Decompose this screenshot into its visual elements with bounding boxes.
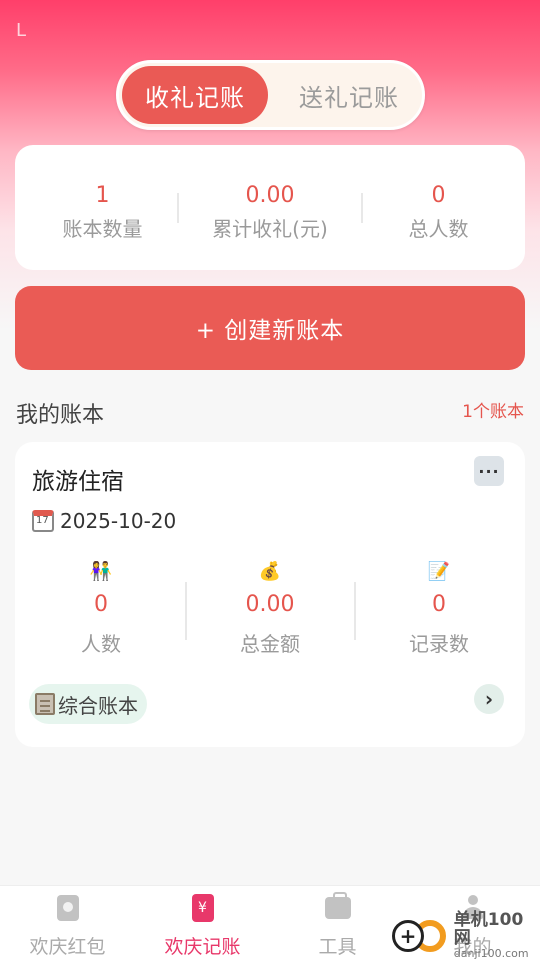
- tab-label: 欢庆红包: [29, 936, 106, 958]
- summary-card: 1 账本数量 0.00 累计收礼(元) 0 总人数: [15, 145, 525, 270]
- total-gift-stat: 0.00 累计收礼(元): [200, 181, 340, 242]
- clipboard-icon: [35, 693, 55, 715]
- create-ledger-button[interactable]: + 创建新账本: [15, 286, 525, 370]
- people-label: 总人数: [408, 217, 469, 241]
- book-count-value: 1: [95, 183, 110, 208]
- chevron-right-icon[interactable]: ›: [474, 684, 504, 714]
- watermark: + 单机100网 danji100.com: [390, 910, 540, 960]
- watermark-text: 单机100网 danji100.com: [453, 910, 540, 960]
- record-count-value: 0: [432, 592, 446, 617]
- total-amount-value: 0.00: [245, 592, 295, 617]
- ledger-count: 1个账本: [462, 402, 524, 422]
- tab-label: 欢庆记账: [164, 936, 241, 958]
- record-count-label: 记录数: [409, 632, 469, 656]
- status-indicator: L: [16, 20, 27, 41]
- couple-icon: 👫: [89, 561, 113, 582]
- red-envelope-icon: [56, 895, 79, 921]
- tab-label: 工具: [318, 936, 357, 958]
- ledger-card[interactable]: 旅游住宿 ··· 2025-10-20 👫 0 人数 💰 0.00 总金额 📝 …: [15, 442, 525, 747]
- tab-red-envelope[interactable]: 欢庆红包: [0, 894, 135, 959]
- tab-send-gifts[interactable]: 送礼记账: [276, 66, 422, 124]
- people-count-value: 0: [94, 592, 108, 617]
- ledger-date-row: 2025-10-20: [32, 509, 176, 533]
- total-gift-value: 0.00: [245, 183, 295, 208]
- ledger-type-tag: 综合账本: [29, 684, 147, 724]
- divider: [361, 193, 363, 223]
- record-count-stat: 📝 0 记录数: [384, 560, 494, 657]
- total-gift-label: 累计收礼(元): [212, 217, 328, 241]
- divider: [177, 193, 179, 223]
- divider: [354, 582, 356, 640]
- calendar-icon: [32, 510, 54, 532]
- watermark-domain: danji100.com: [453, 946, 529, 960]
- total-amount-label: 总金额: [240, 632, 300, 656]
- book-count-stat: 1 账本数量: [45, 181, 160, 242]
- money-bag-icon: 💰: [258, 561, 282, 582]
- ledger-icon: ¥: [191, 894, 214, 922]
- people-stat: 0 总人数: [381, 181, 496, 242]
- people-value: 0: [431, 183, 446, 208]
- people-count-label: 人数: [81, 632, 121, 656]
- ledger-type-toggle[interactable]: 收礼记账 送礼记账: [116, 60, 425, 130]
- section-title: 我的账本: [16, 403, 105, 428]
- memo-icon: 📝: [427, 561, 451, 582]
- tab-ledger[interactable]: ¥ 欢庆记账: [135, 894, 270, 959]
- ledger-date: 2025-10-20: [60, 509, 177, 533]
- tab-tools[interactable]: 工具: [270, 892, 405, 959]
- divider: [185, 582, 187, 640]
- total-amount-stat: 💰 0.00 总金额: [215, 560, 325, 657]
- watermark-brand: 单机100网: [453, 910, 524, 948]
- ledger-type-label: 综合账本: [58, 693, 138, 718]
- book-count-label: 账本数量: [62, 217, 143, 241]
- ledger-name: 旅游住宿: [32, 469, 124, 495]
- toolbox-icon: [324, 892, 351, 919]
- tab-receive-gifts[interactable]: 收礼记账: [122, 66, 268, 124]
- watermark-plus: +: [392, 919, 424, 952]
- people-count-stat: 👫 0 人数: [46, 560, 156, 657]
- more-options-button[interactable]: ···: [474, 456, 504, 486]
- watermark-logo: +: [390, 916, 448, 956]
